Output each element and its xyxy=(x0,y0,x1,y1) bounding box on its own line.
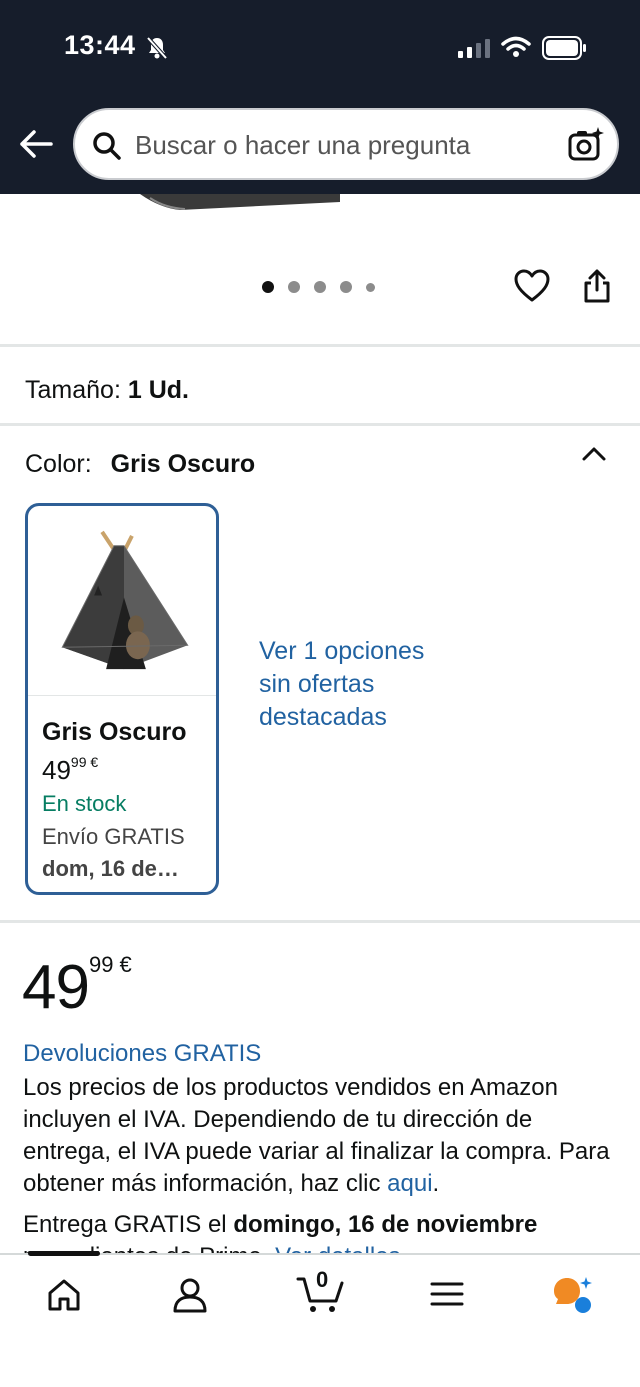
menu-icon[interactable] xyxy=(430,1277,464,1311)
shipping-info: Envío GRATIS xyxy=(42,824,185,849)
cart-button[interactable]: 0 xyxy=(296,1267,346,1319)
stock-status: En stock xyxy=(42,791,127,816)
camera-search-icon[interactable] xyxy=(567,126,605,164)
rufus-icon[interactable] xyxy=(552,1275,594,1313)
image-carousel-dots xyxy=(262,281,375,293)
search-bar[interactable] xyxy=(73,108,619,180)
tax-text: Los precios de los productos vendidos en… xyxy=(23,1074,610,1197)
share-icon[interactable] xyxy=(582,268,612,304)
home-icon[interactable] xyxy=(46,1277,82,1313)
divider xyxy=(0,344,640,347)
swatch-price-whole: 49 xyxy=(42,755,71,785)
divider xyxy=(0,920,640,923)
free-returns-link[interactable]: Devoluciones GRATIS xyxy=(23,1040,261,1068)
wifi-icon xyxy=(501,36,531,57)
tax-info-link[interactable]: aqui xyxy=(387,1170,432,1197)
top-header: 13:44 xyxy=(0,0,640,194)
bottom-navigation: 0 xyxy=(0,1251,640,1387)
status-time: 13:44 xyxy=(64,30,136,60)
carousel-dot[interactable] xyxy=(340,281,352,293)
size-value: 1 Ud. xyxy=(127,376,189,404)
size-selector[interactable]: Tamaño: 1 Ud. xyxy=(25,376,189,405)
active-tab-indicator xyxy=(28,1251,100,1256)
back-arrow-icon[interactable] xyxy=(18,128,54,160)
tax-end: . xyxy=(432,1170,440,1197)
size-label: Tamaño: xyxy=(25,376,121,404)
delivery-info: Entrega GRATIS el domingo, 16 de noviemb… xyxy=(23,1209,623,1255)
heart-icon[interactable] xyxy=(514,268,550,304)
color-swatch-card[interactable]: Gris Oscuro 4999 € En stock Envío GRATIS… xyxy=(25,503,219,895)
account-icon[interactable] xyxy=(172,1277,208,1313)
search-icon xyxy=(93,132,121,160)
carousel-dot[interactable] xyxy=(262,281,274,293)
product-price: 4999 € xyxy=(22,952,132,1023)
signal-icon xyxy=(458,39,490,58)
product-thumbnail xyxy=(28,530,216,696)
search-input[interactable] xyxy=(135,126,535,164)
cart-count: 0 xyxy=(316,1267,329,1292)
bell-muted-icon xyxy=(146,36,168,60)
swatch-name: Gris Oscuro xyxy=(42,718,187,746)
carousel-dot[interactable] xyxy=(288,281,300,293)
carousel-dot[interactable] xyxy=(314,281,326,293)
price-whole: 49 xyxy=(22,953,90,1022)
tax-info: Los precios de los productos vendidos en… xyxy=(23,1072,623,1200)
color-selector-header[interactable]: Color: Gris Oscuro xyxy=(25,450,255,479)
color-value: Gris Oscuro xyxy=(110,450,256,478)
delivery-date-short: dom, 16 de… xyxy=(42,856,179,881)
battery-icon xyxy=(542,36,586,60)
more-options-link[interactable]: Ver 1 opciones sin ofertas destacadas xyxy=(259,635,439,734)
color-label: Color: xyxy=(25,450,92,478)
divider xyxy=(0,423,640,426)
product-image-edge[interactable] xyxy=(140,194,340,214)
delivery-date: domingo, 16 de noviembre xyxy=(233,1211,538,1238)
swatch-price: 4999 € xyxy=(42,754,98,786)
delivery-prefix: Entrega GRATIS el xyxy=(23,1211,234,1238)
chevron-up-icon[interactable] xyxy=(580,444,608,464)
price-fraction: 99 € xyxy=(88,952,132,977)
swatch-price-fraction: 99 € xyxy=(70,754,99,770)
carousel-dot[interactable] xyxy=(366,282,375,292)
